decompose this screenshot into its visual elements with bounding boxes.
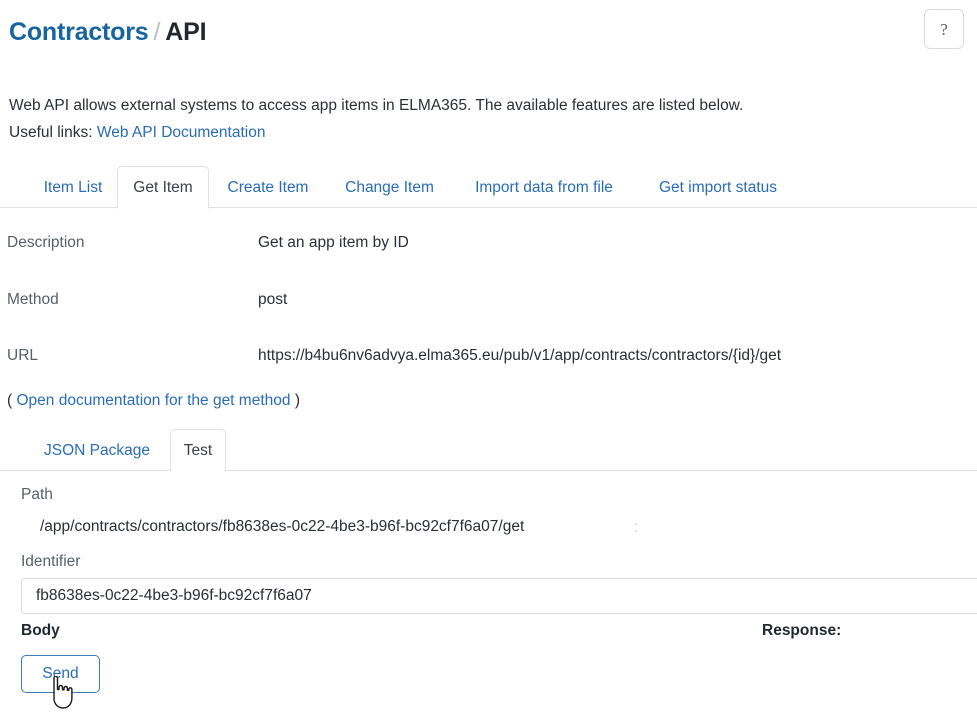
breadcrumb: Contractors / API — [9, 18, 207, 47]
send-button[interactable]: Send — [21, 655, 100, 693]
body-label: Body — [21, 622, 60, 639]
tab-label: Import data from file — [475, 178, 613, 196]
path-label: Path — [21, 486, 53, 503]
tab-label: Get import status — [658, 178, 777, 196]
response-label: Response: — [762, 622, 842, 639]
help-button[interactable]: ? — [924, 9, 964, 49]
url-value: https://b4bu6nv6advya.elma365.eu/pub/v1/… — [258, 347, 782, 364]
identifier-input[interactable] — [21, 578, 977, 614]
primary-tab-strip: Item List Get Item Create Item Change It… — [0, 166, 977, 209]
path-ellipsis-marker: : — [634, 519, 639, 536]
open-paren: ( — [7, 392, 13, 409]
method-label: Method — [7, 291, 59, 308]
tab-import-data-from-file[interactable]: Import data from file — [452, 166, 636, 208]
question-mark-icon: ? — [940, 19, 948, 39]
page-header: Contractors / API ? — [0, 0, 977, 70]
url-label: URL — [7, 347, 39, 364]
description-value: Get an app item by ID — [258, 234, 409, 251]
breadcrumb-link-contractors[interactable]: Contractors — [9, 18, 149, 46]
tab-get-import-status[interactable]: Get import status — [636, 166, 800, 208]
tab-label: JSON Package — [44, 441, 150, 459]
tab-item-list[interactable]: Item List — [29, 166, 117, 208]
tab-label: Test — [183, 441, 213, 459]
tab-label: Item List — [43, 178, 103, 196]
web-api-documentation-link[interactable]: Web API Documentation — [97, 124, 266, 141]
tab-json-package[interactable]: JSON Package — [24, 429, 170, 471]
intro-line-2: Useful links: Web API Documentation — [9, 119, 949, 146]
tab-test[interactable]: Test — [170, 429, 226, 472]
tab-label: Change Item — [345, 178, 434, 196]
secondary-tab-strip: JSON Package Test — [0, 429, 977, 472]
open-documentation-line: ( Open documentation for the get method … — [7, 392, 300, 410]
intro-line-1: Web API allows external systems to acces… — [9, 97, 744, 114]
tab-label: Create Item — [227, 178, 309, 196]
close-paren: ) — [294, 392, 300, 409]
breadcrumb-separator: / — [153, 18, 161, 46]
intro-text: Web API allows external systems to acces… — [9, 92, 949, 146]
tab-get-item[interactable]: Get Item — [117, 166, 209, 209]
useful-links-label: Useful links: — [9, 124, 97, 141]
open-documentation-link[interactable]: Open documentation for the get method — [16, 392, 290, 409]
tab-label: Get Item — [133, 178, 193, 196]
breadcrumb-current-api: API — [165, 18, 207, 46]
path-value: /app/contracts/contractors/fb8638es-0c22… — [40, 518, 525, 535]
description-label: Description — [7, 234, 85, 251]
api-page: Contractors / API ? Web API allows externa… — [0, 0, 977, 720]
method-value: post — [258, 291, 288, 308]
tab-create-item[interactable]: Create Item — [209, 166, 327, 208]
identifier-label: Identifier — [21, 553, 81, 570]
tab-change-item[interactable]: Change Item — [327, 166, 452, 208]
